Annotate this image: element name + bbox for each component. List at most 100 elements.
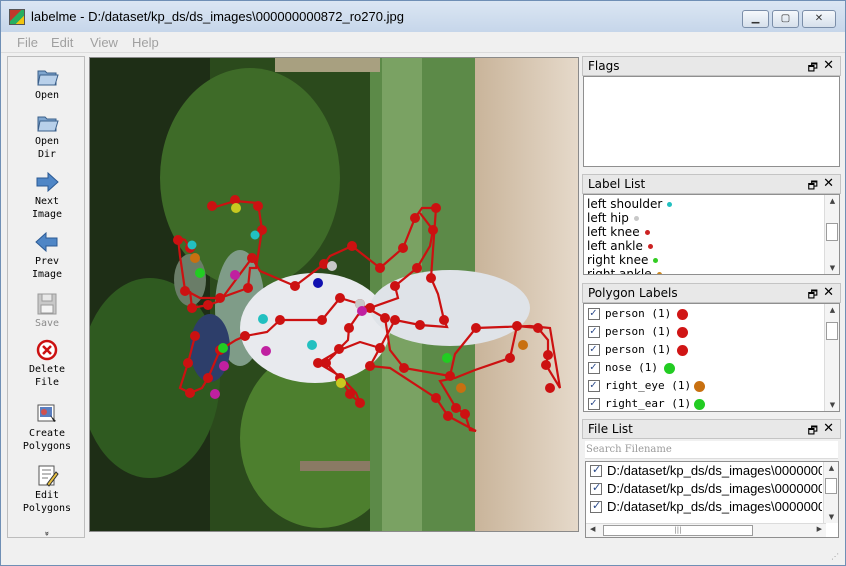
- open-dir-button[interactable]: Open Dir: [8, 111, 86, 161]
- scroll-thumb[interactable]: [825, 478, 837, 494]
- vertex[interactable]: [243, 283, 253, 293]
- keypoint[interactable]: [250, 230, 260, 240]
- vertex[interactable]: [345, 389, 355, 399]
- polygon-labels-scrollbar[interactable]: ▲ ▼: [824, 304, 839, 411]
- label-list-item[interactable]: left ankle: [587, 239, 653, 253]
- label-list-item[interactable]: right ankle: [587, 267, 662, 274]
- annotated-image[interactable]: [90, 58, 579, 532]
- keypoint[interactable]: [187, 240, 197, 250]
- prev-image-button[interactable]: Prev Image: [8, 231, 86, 281]
- scroll-thumb[interactable]: |||: [603, 525, 753, 536]
- minimize-button[interactable]: ▁: [742, 10, 769, 28]
- maximize-button[interactable]: ▢: [772, 10, 799, 28]
- vertex[interactable]: [375, 263, 385, 273]
- vertex[interactable]: [533, 323, 543, 333]
- keypoint[interactable]: [231, 203, 241, 213]
- vertex[interactable]: [355, 398, 365, 408]
- vertex[interactable]: [390, 315, 400, 325]
- close-window-button[interactable]: ✕: [802, 10, 836, 28]
- checkbox[interactable]: [588, 342, 600, 356]
- label-list-item[interactable]: left knee: [587, 225, 650, 239]
- vertex[interactable]: [426, 273, 436, 283]
- vertex[interactable]: [187, 303, 197, 313]
- open-button[interactable]: Open: [8, 65, 86, 102]
- save-button[interactable]: Save: [8, 293, 86, 330]
- file-list-item[interactable]: D:/dataset/kp_ds/ds_images\000000000000: [590, 499, 822, 517]
- file-list-vscrollbar[interactable]: ▲ ▼: [823, 462, 838, 523]
- checkbox[interactable]: [590, 499, 602, 513]
- close-icon[interactable]: ✕: [823, 58, 834, 73]
- menu-edit[interactable]: Edit: [51, 35, 73, 50]
- scroll-thumb[interactable]: [826, 322, 838, 340]
- image-canvas[interactable]: [89, 57, 579, 532]
- checkbox[interactable]: [588, 378, 600, 392]
- scroll-left-icon[interactable]: ◀: [590, 525, 595, 533]
- vertex[interactable]: [203, 373, 213, 383]
- vertex[interactable]: [365, 361, 375, 371]
- keypoint[interactable]: [258, 314, 268, 324]
- vertex[interactable]: [183, 358, 193, 368]
- keypoint[interactable]: [456, 383, 466, 393]
- label-list-scrollbar[interactable]: ▲ ▼: [824, 195, 839, 274]
- keypoint[interactable]: [307, 340, 317, 350]
- vertex[interactable]: [207, 201, 217, 211]
- vertex[interactable]: [317, 315, 327, 325]
- vertex[interactable]: [415, 320, 425, 330]
- vertex[interactable]: [247, 253, 257, 263]
- keypoint[interactable]: [336, 378, 346, 388]
- close-icon[interactable]: ✕: [823, 176, 834, 191]
- file-list-item[interactable]: D:/dataset/kp_ds/ds_images\000000000000: [590, 463, 822, 481]
- keypoint[interactable]: [195, 268, 205, 278]
- menu-file[interactable]: File: [17, 35, 38, 50]
- scroll-up-icon[interactable]: ▲: [825, 306, 839, 314]
- vertex[interactable]: [512, 321, 522, 331]
- vertex[interactable]: [347, 241, 357, 251]
- vertex[interactable]: [215, 293, 225, 303]
- vertex[interactable]: [545, 383, 555, 393]
- scroll-thumb[interactable]: [826, 223, 838, 241]
- keypoint[interactable]: [518, 340, 528, 350]
- vertex[interactable]: [390, 281, 400, 291]
- vertex[interactable]: [451, 403, 461, 413]
- vertex[interactable]: [410, 213, 420, 223]
- vertex[interactable]: [375, 343, 385, 353]
- delete-file-button[interactable]: Delete File: [8, 339, 86, 389]
- menu-help[interactable]: Help: [132, 35, 159, 50]
- keypoint[interactable]: [210, 389, 220, 399]
- checkbox[interactable]: [588, 396, 600, 410]
- label-list-item[interactable]: right knee: [587, 253, 659, 267]
- vertex[interactable]: [203, 300, 213, 310]
- scroll-down-icon[interactable]: ▼: [824, 513, 839, 521]
- file-list[interactable]: D:/dataset/kp_ds/ds_images\000000000000 …: [585, 461, 839, 538]
- keypoint[interactable]: [261, 346, 271, 356]
- flags-list[interactable]: [583, 76, 840, 167]
- checkbox[interactable]: [588, 324, 600, 338]
- vertex[interactable]: [335, 293, 345, 303]
- keypoint[interactable]: [327, 261, 337, 271]
- vertex[interactable]: [398, 243, 408, 253]
- vertex[interactable]: [240, 331, 250, 341]
- vertex[interactable]: [290, 281, 300, 291]
- file-list-hscrollbar[interactable]: ◀ ||| ▶: [586, 523, 826, 537]
- vertex[interactable]: [412, 263, 422, 273]
- keypoint[interactable]: [442, 353, 452, 363]
- checkbox[interactable]: [590, 463, 602, 477]
- vertex[interactable]: [173, 235, 183, 245]
- scroll-down-icon[interactable]: ▼: [825, 401, 839, 409]
- scroll-up-icon[interactable]: ▲: [825, 197, 839, 205]
- menu-view[interactable]: View: [90, 35, 118, 50]
- scroll-up-icon[interactable]: ▲: [824, 464, 839, 472]
- vertex[interactable]: [180, 286, 190, 296]
- keypoint[interactable]: [218, 343, 228, 353]
- vertex[interactable]: [334, 344, 344, 354]
- vertex[interactable]: [253, 201, 263, 211]
- vertex[interactable]: [471, 323, 481, 333]
- vertex[interactable]: [380, 313, 390, 323]
- close-icon[interactable]: ✕: [823, 421, 834, 436]
- vertex[interactable]: [431, 393, 441, 403]
- polygon-labels-list[interactable]: person (1) person (1) person (1) nose (1…: [583, 303, 840, 412]
- vertex[interactable]: [460, 409, 470, 419]
- next-image-button[interactable]: Next Image: [8, 171, 86, 221]
- vertex[interactable]: [445, 371, 455, 381]
- vertex[interactable]: [313, 358, 323, 368]
